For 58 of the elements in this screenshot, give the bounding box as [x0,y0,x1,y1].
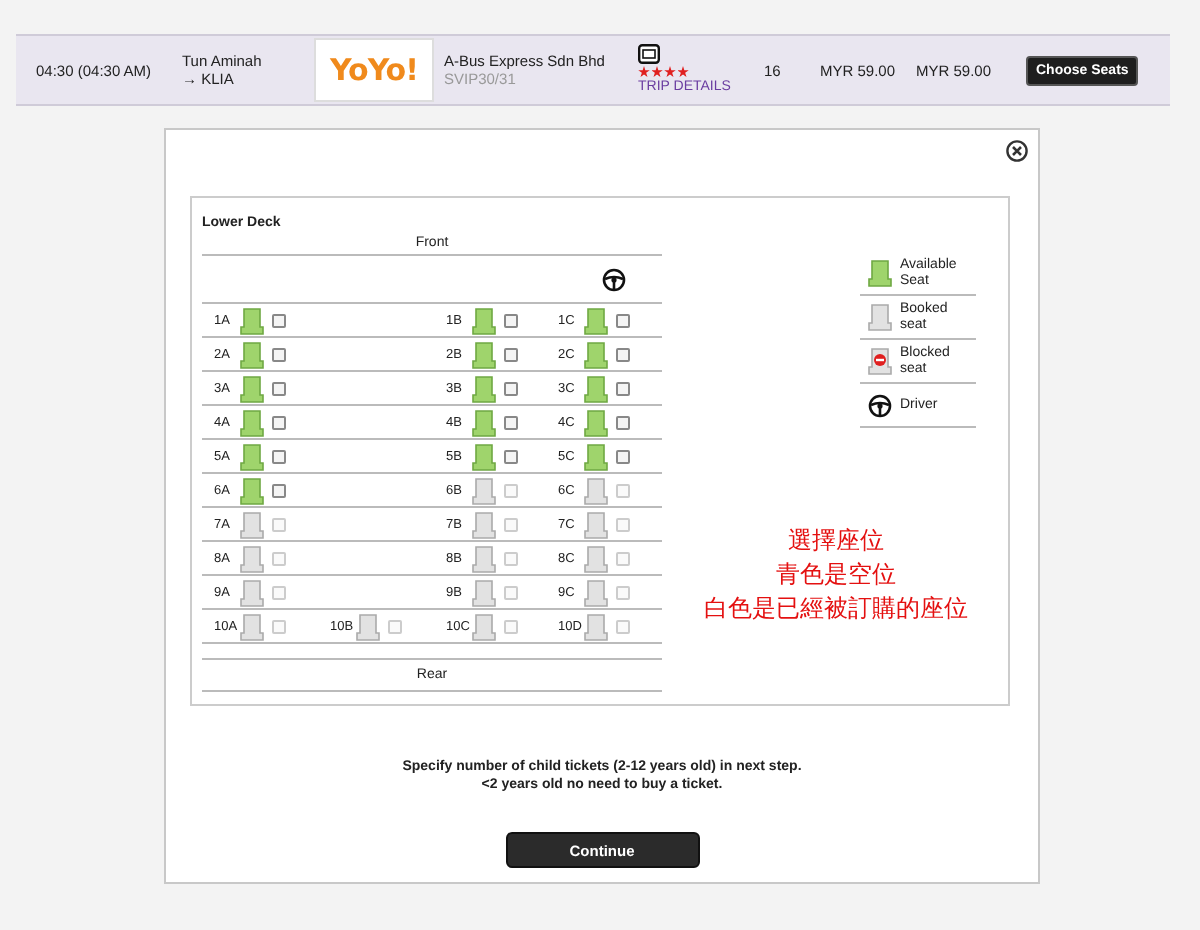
available-seat-icon [240,407,264,437]
available-seat-icon [240,475,264,505]
steering-wheel-icon [602,267,626,291]
booked-seat-icon [240,611,264,641]
seat-checkbox[interactable] [272,483,286,497]
available-seat-icon [584,441,608,471]
booked-seat-icon [584,577,608,607]
available-seat-icon [584,339,608,369]
available-seat-icon [240,305,264,335]
booked-seat-icon [472,475,496,505]
available-seat-icon [472,373,496,403]
available-seat-icon [584,407,608,437]
booked-seat-icon [584,611,608,641]
operator-logo: YoYo! [314,38,434,102]
booked-seat-icon [868,302,892,332]
annotation-text: 選擇座位 [786,524,886,558]
available-seat-icon [240,373,264,403]
seat-checkbox[interactable] [504,347,518,361]
seat-checkbox[interactable] [272,449,286,463]
available-seat-icon [240,441,264,471]
booked-seat-icon [240,509,264,539]
available-seat-icon [868,258,892,288]
steering-wheel-icon [868,393,892,417]
annotation-text: 青色是空位 [774,558,898,592]
seat-checkbox[interactable] [616,415,630,429]
booked-seat-icon [240,543,264,573]
seat-checkbox[interactable] [272,415,286,429]
blocked-seat-icon [868,346,892,376]
available-seat-icon [584,305,608,335]
available-seat-icon [584,373,608,403]
booked-seat-icon [472,577,496,607]
seat-checkbox[interactable] [272,313,286,327]
seat-checkbox[interactable] [504,381,518,395]
available-seat-icon [472,339,496,369]
seat-checkbox[interactable] [504,449,518,463]
seat-checkbox[interactable] [504,415,518,429]
available-seat-icon [240,339,264,369]
seat-checkbox[interactable] [616,313,630,327]
seat-checkbox[interactable] [616,347,630,361]
annotation-text: 白色是已經被訂購的座位 [702,592,970,626]
seat-checkbox[interactable] [272,381,286,395]
booked-seat-icon [240,577,264,607]
booked-seat-icon [584,475,608,505]
booked-seat-icon [472,509,496,539]
seat-checkbox[interactable] [616,381,630,395]
booked-seat-icon [584,543,608,573]
seat-checkbox[interactable] [272,347,286,361]
seat-checkbox[interactable] [504,313,518,327]
booked-seat-icon [356,611,380,641]
available-seat-icon [472,305,496,335]
available-seat-icon [472,441,496,471]
tv-icon [638,44,660,64]
booked-seat-icon [472,611,496,641]
booked-seat-icon [584,509,608,539]
close-icon[interactable] [1006,140,1028,162]
seat-checkbox[interactable] [616,449,630,463]
available-seat-icon [472,407,496,437]
booked-seat-icon [472,543,496,573]
